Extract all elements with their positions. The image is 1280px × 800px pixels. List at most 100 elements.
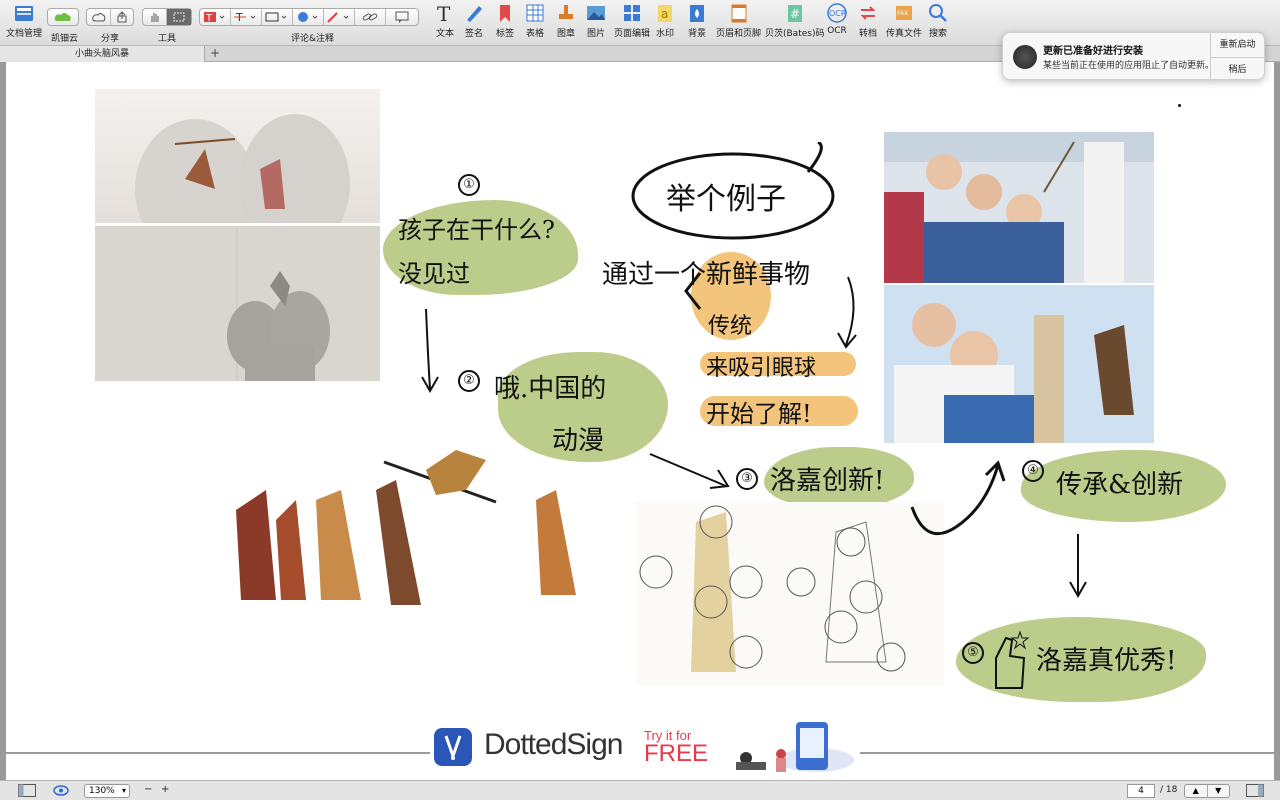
toolbar-label: 转档 (858, 29, 877, 39)
watermark-icon: a (654, 2, 676, 24)
step3-text: 洛嘉创新! (770, 466, 885, 496)
toolbar-label: 表格 (525, 29, 544, 39)
document-tab[interactable]: 小曲头脑风暴 (0, 46, 205, 62)
toolbar-table-button[interactable]: 表格 (524, 2, 546, 39)
toolbar-bates-button[interactable]: # 贝茨(Bates)码 (765, 2, 824, 39)
restart-button[interactable]: 重新启动 (1211, 33, 1264, 57)
background-icon (686, 2, 708, 24)
step2-number: ② (458, 370, 480, 392)
toolbar-ocr-button[interactable]: OCR OCR (826, 2, 848, 36)
sidebar-toggle-icon[interactable] (18, 784, 36, 797)
toolbar-label: 搜索 (928, 29, 947, 39)
next-page-icon[interactable]: ▼ (1208, 785, 1230, 797)
share-group (86, 8, 134, 26)
pen-icon (463, 2, 485, 24)
text-icon: T (434, 2, 456, 24)
tools-group (142, 8, 192, 26)
svg-text:#: # (790, 7, 800, 21)
cloud-sync-icon (48, 9, 78, 25)
right-panel-icon[interactable] (1246, 784, 1264, 797)
toolbar-label: 传真文件 (886, 29, 923, 39)
zoom-value: 130% (89, 786, 115, 796)
prev-page-icon[interactable]: ▲ (1185, 785, 1208, 797)
svg-text:T: T (437, 2, 451, 24)
toolbar-fax-button[interactable]: FAX 传真文件 (886, 2, 922, 39)
curved-arrow-4 (910, 460, 1006, 536)
doc-manage-button[interactable]: 文档管理 (6, 2, 42, 39)
hand-tool-icon[interactable] (143, 9, 167, 25)
shadow-puppets-illustration (236, 450, 576, 605)
app-window: 文档管理 凯钿云 分享 工具 T T 评论&注释 T 文本 签名 标签 表格 图… (0, 0, 1280, 800)
image-icon (585, 2, 607, 24)
toolbar-grid-button[interactable]: 页面编辑 (614, 2, 650, 39)
chevron-down-icon: ▾ (121, 786, 126, 795)
toolbar-label: 贝茨(Bates)码 (765, 29, 825, 39)
later-button[interactable]: 稍后 (1211, 57, 1264, 81)
step5-number: ⑤ (962, 642, 984, 664)
document-view[interactable]: ① 孩子在干什么? 没见过 举个例子 通过一个新鲜事物 传统 来吸引眼球 开始了… (0, 62, 1280, 780)
shadow-puppet-photo-1 (95, 89, 380, 223)
convert-icon (857, 2, 879, 24)
zoom-select[interactable]: 130% ▾ (84, 784, 130, 798)
stamp-icon (555, 2, 577, 24)
toolbar-bookmark-button[interactable]: 标签 (494, 2, 516, 39)
start-label: 开始了解! (706, 400, 812, 428)
shadow-puppet-photo-2 (95, 226, 380, 381)
strikethrough-icon[interactable]: T (231, 9, 262, 25)
step4-text: 传承&创新 (1056, 470, 1184, 500)
toolbar-text-button[interactable]: T 文本 (434, 2, 456, 39)
svg-text:FAX: FAX (897, 10, 908, 17)
step4-number: ④ (1022, 460, 1044, 482)
toolbar-search-button[interactable]: 搜索 (927, 2, 949, 39)
toolbar-convert-button[interactable]: 转档 (857, 2, 879, 39)
rectangle-icon[interactable] (262, 9, 293, 25)
search-icon (927, 2, 949, 24)
select-tool-icon[interactable] (167, 9, 191, 25)
document-icon (13, 2, 35, 24)
dottedsign-logo-icon (434, 728, 472, 766)
children-photo-1 (884, 132, 1154, 283)
thumbs-up-icon (995, 630, 1030, 689)
table-icon (524, 2, 546, 24)
cloud-icon[interactable] (87, 9, 111, 25)
note-icon[interactable] (386, 9, 417, 25)
zoom-out-button[interactable]: − (144, 784, 152, 795)
toolbar-image-button[interactable]: 图片 (585, 2, 607, 39)
fax-icon: FAX (893, 2, 915, 24)
highlight-text-icon[interactable]: T (200, 9, 231, 25)
ocr-icon: OCR (826, 2, 848, 24)
ad-brand: DottedSign (484, 728, 623, 761)
freehand-pen-icon[interactable] (324, 9, 355, 25)
toolbar-stamp-button[interactable]: 图章 (555, 2, 577, 39)
svg-text:a: a (661, 7, 668, 21)
toolbar-pen-button[interactable]: 签名 (463, 2, 485, 39)
bates-icon: # (784, 2, 806, 24)
page-number-input[interactable]: 4 (1127, 784, 1155, 798)
toolbar-label: 页面编辑 (614, 29, 651, 39)
page-nav: ▲ ▼ (1184, 784, 1230, 798)
toolbar-background-button[interactable]: 背景 (686, 2, 708, 39)
toolbar-watermark-button[interactable]: a 水印 (654, 2, 676, 39)
children-photo-2 (884, 285, 1154, 443)
zoom-in-button[interactable]: + (161, 784, 169, 795)
toolbar-label: 标签 (495, 29, 514, 39)
ad-free: FREE (644, 740, 709, 767)
pdf-page: ① 孩子在干什么? 没见过 举个例子 通过一个新鲜事物 传统 来吸引眼球 开始了… (6, 62, 1274, 752)
kdan-cloud-button[interactable] (47, 8, 79, 26)
add-tab-button[interactable]: + (210, 46, 220, 61)
step1-answer: 没见过 (398, 260, 470, 288)
link-icon[interactable] (355, 9, 386, 25)
dottedsign-ad-banner[interactable]: DottedSign Try it for FREE (430, 718, 860, 774)
share-icon[interactable] (111, 9, 133, 25)
status-bar: 130% ▾ − + 4 / 18 ▲ ▼ (0, 780, 1280, 800)
down-arrow-5 (1069, 534, 1087, 599)
toolbar-header-footer-button[interactable]: 页眉和页脚 (716, 2, 761, 39)
bookmark-icon (494, 2, 516, 24)
bracket-arrows (684, 272, 857, 349)
eye-icon[interactable] (53, 785, 69, 796)
step1-number: ① (458, 174, 480, 196)
toolbar-label: 图章 (556, 29, 575, 39)
toolbar-label: 图片 (586, 29, 605, 39)
color-picker-icon[interactable] (293, 9, 324, 25)
attract-label: 来吸引眼球 (706, 356, 817, 381)
